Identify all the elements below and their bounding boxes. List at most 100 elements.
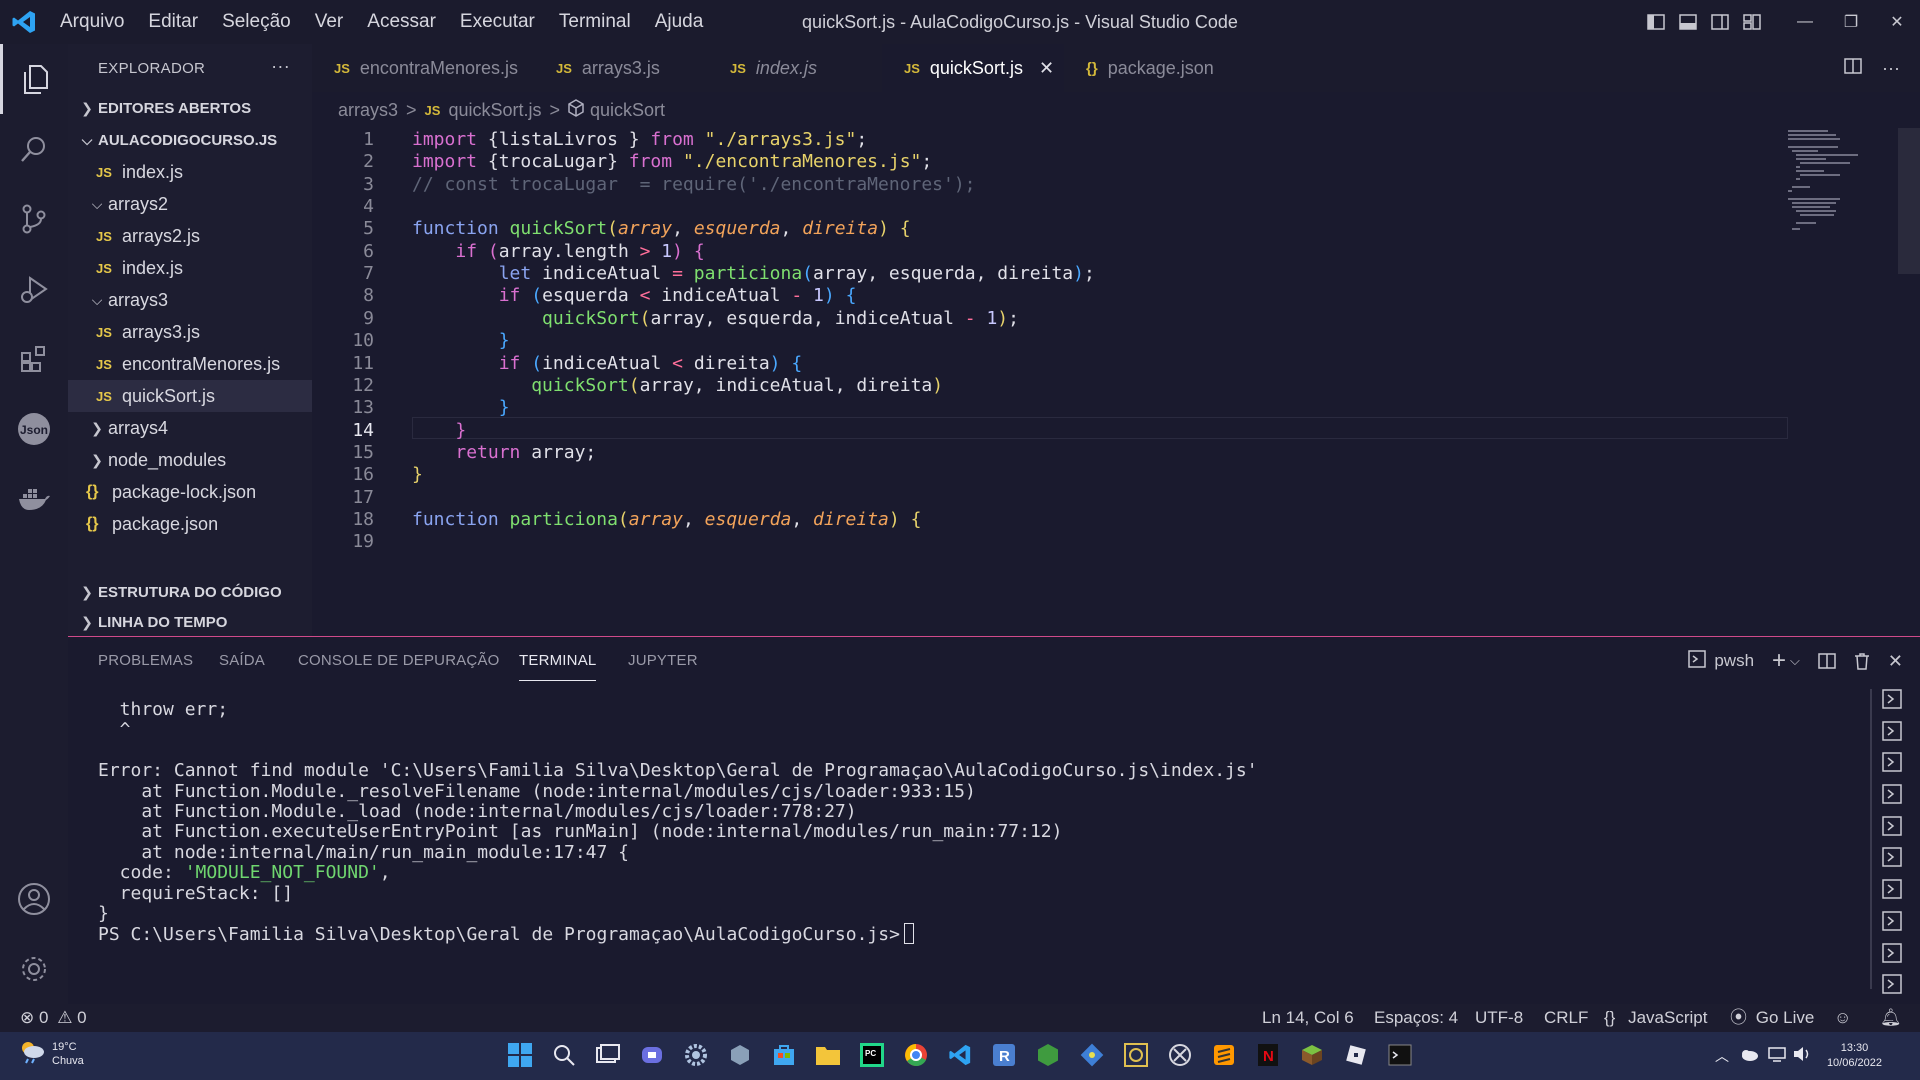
tree-item[interactable]: ❯ node_modules <box>68 444 312 476</box>
terminal-instance-icon[interactable] <box>1882 720 1906 753</box>
minecraft-icon[interactable] <box>1298 1041 1326 1069</box>
vscode-taskbar-icon[interactable] <box>946 1041 974 1069</box>
close-tab-icon[interactable]: ✕ <box>1039 58 1054 79</box>
terminal-instance-icon[interactable] <box>1882 911 1906 943</box>
toggle-sidebar-icon[interactable] <box>1640 0 1672 44</box>
new-terminal-icon[interactable]: + <box>1763 647 1788 675</box>
search-icon[interactable] <box>550 1041 578 1069</box>
eclipse-icon[interactable] <box>1122 1041 1150 1069</box>
customize-layout-icon[interactable] <box>1736 0 1768 44</box>
netflix-icon[interactable]: N <box>1254 1041 1282 1069</box>
tab-terminal[interactable]: TERMINAL <box>519 637 597 681</box>
menu-acessar[interactable]: Acessar <box>355 0 448 44</box>
terminal-shell-button[interactable]: pwsh <box>1679 649 1763 673</box>
sublime-text-icon[interactable] <box>1210 1041 1238 1069</box>
teams-chat-icon[interactable] <box>638 1041 666 1069</box>
docker-icon[interactable] <box>0 464 68 534</box>
notifications-bell-icon[interactable]: 🔔︎ <box>1880 1004 1902 1032</box>
windows-start-icon[interactable] <box>506 1041 534 1069</box>
close-panel-icon[interactable]: ✕ <box>1879 651 1912 672</box>
tree-item[interactable]: JS quickSort.js <box>68 380 312 412</box>
run-debug-icon[interactable] <box>0 254 68 324</box>
tree-item[interactable]: {} package-lock.json <box>68 476 312 508</box>
task-view-icon[interactable] <box>594 1041 622 1069</box>
language-mode[interactable]: {} JavaScript <box>1604 1004 1707 1032</box>
tree-item[interactable]: JS index.js <box>68 252 312 284</box>
open-editors-section[interactable]: ❯ EDITORES ABERTOS <box>68 92 312 124</box>
tree-item[interactable]: JS encontraMenores.js <box>68 348 312 380</box>
terminal-output[interactable]: throw err; ^ Error: Cannot find module '… <box>98 697 1858 997</box>
tree-item[interactable]: ❯ arrays4 <box>68 412 312 444</box>
trash-icon[interactable] <box>1845 652 1879 670</box>
code-editor[interactable]: 1 import {listaLivros } from "./arrays3.j… <box>312 128 1792 636</box>
terminal-app-icon[interactable] <box>1386 1041 1414 1069</box>
minimize-icon[interactable]: — <box>1782 0 1828 44</box>
file-explorer-icon[interactable] <box>814 1041 842 1069</box>
split-terminal-icon[interactable] <box>1809 653 1845 669</box>
weather-widget[interactable]: 19°C Chuva <box>18 1038 84 1069</box>
chevron-up-icon[interactable]: ︿ <box>1715 1046 1729 1066</box>
project-section[interactable]: ⌵ AULACODIGOCURSO.JS <box>68 124 312 156</box>
tab-arrays3[interactable]: JS arrays3.js <box>534 44 708 92</box>
menu-selecao[interactable]: Seleção <box>210 0 303 44</box>
tree-item[interactable]: JS arrays3.js <box>68 316 312 348</box>
chevron-down-icon[interactable]: ⌵ <box>1788 653 1809 669</box>
menu-arquivo[interactable]: Arquivo <box>48 0 136 44</box>
restore-icon[interactable]: ❐ <box>1828 0 1874 44</box>
tab-encontramenores[interactable]: JS encontraMenores.js <box>312 44 534 92</box>
node-icon[interactable] <box>1034 1041 1062 1069</box>
terminal-scrollbar[interactable] <box>1870 689 1872 989</box>
tab-saida[interactable]: SAÍDA <box>219 637 265 685</box>
tree-item[interactable]: ⌵ arrays2 <box>68 188 312 220</box>
problems-status[interactable]: ⊗ 0 ⚠ 0 <box>20 1004 87 1032</box>
terminal-instance-icon[interactable] <box>1882 784 1906 816</box>
tab-quicksort[interactable]: JS quickSort.js ✕ <box>882 44 1064 92</box>
xbox-icon[interactable] <box>1166 1041 1194 1069</box>
breadcrumb-file[interactable]: quickSort.js <box>448 100 541 121</box>
volume-icon[interactable] <box>1793 1046 1811 1067</box>
breadcrumb-symbol[interactable]: quickSort <box>590 100 665 121</box>
extensions-icon[interactable] <box>0 324 68 394</box>
terminal-instance-icon[interactable] <box>1882 689 1906 721</box>
git-icon[interactable] <box>1078 1041 1106 1069</box>
microsoft-store-icon[interactable] <box>770 1041 798 1069</box>
feedback-icon[interactable]: ☺ <box>1834 1004 1851 1032</box>
terminal-instance-icon[interactable] <box>1882 879 1906 911</box>
menu-terminal[interactable]: Terminal <box>547 0 643 44</box>
more-actions-icon[interactable]: ··· <box>271 56 290 77</box>
search-icon[interactable] <box>0 114 68 184</box>
tree-item[interactable]: JS arrays2.js <box>68 220 312 252</box>
close-window-icon[interactable]: ✕ <box>1874 0 1920 44</box>
terminal-instance-icon[interactable] <box>1882 942 1906 975</box>
tree-item[interactable]: {} package.json <box>68 508 312 540</box>
terminal-instance-icon[interactable] <box>1882 752 1906 784</box>
menu-editar[interactable]: Editar <box>136 0 210 44</box>
settings-gear-icon[interactable] <box>0 934 68 1004</box>
eol-status[interactable]: CRLF <box>1544 1004 1588 1032</box>
menu-executar[interactable]: Executar <box>448 0 547 44</box>
pycharm-icon[interactable]: PC <box>858 1041 886 1069</box>
tree-item[interactable]: JS index.js <box>68 156 312 188</box>
tab-package-json[interactable]: {} package.json <box>1064 44 1234 92</box>
go-live-button[interactable]: ⦿ Go Live <box>1730 1004 1814 1032</box>
network-icon[interactable] <box>1767 1046 1787 1067</box>
indentation-status[interactable]: Espaços: 4 <box>1374 1004 1458 1032</box>
menu-ver[interactable]: Ver <box>303 0 356 44</box>
tab-jupyter[interactable]: JUPYTER <box>628 637 698 685</box>
breadcrumb-folder[interactable]: arrays3 <box>338 100 398 121</box>
tab-console-depuracao[interactable]: CONSOLE DE DEPURAÇÃO <box>298 637 500 685</box>
account-icon[interactable] <box>0 864 68 934</box>
cursor-position[interactable]: Ln 14, Col 6 <box>1262 1004 1354 1032</box>
explorer-icon[interactable] <box>0 44 68 114</box>
roblox-icon[interactable] <box>1342 1041 1370 1069</box>
toggle-secondary-sidebar-icon[interactable] <box>1704 0 1736 44</box>
tab-problemas[interactable]: PROBLEMAS <box>98 637 193 685</box>
settings-icon[interactable] <box>682 1041 710 1069</box>
tab-index[interactable]: JS index.js <box>708 44 882 92</box>
rstudio-icon[interactable]: R <box>990 1041 1018 1069</box>
toggle-panel-icon[interactable] <box>1672 0 1704 44</box>
chrome-icon[interactable] <box>902 1041 930 1069</box>
split-editor-icon[interactable] <box>1834 57 1872 79</box>
system-clock[interactable]: 13:30 10/06/2022 <box>1827 1041 1882 1071</box>
steam-icon[interactable] <box>726 1041 754 1069</box>
